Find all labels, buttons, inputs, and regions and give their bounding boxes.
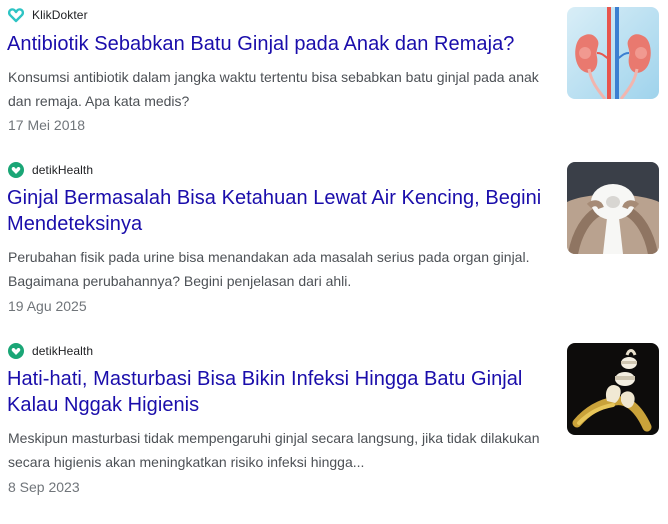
result-title-link[interactable]: Ginjal Bermasalah Bisa Ketahuan Lewat Ai…	[7, 185, 552, 237]
source-name: detikHealth	[32, 163, 94, 177]
result-source[interactable]: KlikDokter	[8, 6, 88, 24]
result-date: 19 Agu 2025	[8, 298, 87, 314]
toilet-paper-photo[interactable]	[567, 162, 659, 254]
result-title-link[interactable]: Hati-hati, Masturbasi Bisa Bikin Infeksi…	[7, 366, 552, 418]
kidney-illustration-image[interactable]	[567, 7, 659, 99]
result-snippet: Meskipun masturbasi tidak mempengaruhi g…	[8, 430, 540, 470]
result-snippet: Perubahan fisik pada urine bisa menandak…	[8, 249, 530, 289]
result-source[interactable]: detikHealth	[8, 161, 93, 179]
peeled-banana-photo[interactable]	[567, 343, 659, 435]
result-source[interactable]: detikHealth	[8, 342, 93, 360]
detikhealth-heart-icon	[8, 162, 24, 178]
detikhealth-heart-icon	[8, 343, 24, 359]
result-date: 8 Sep 2023	[8, 479, 80, 495]
result-date: 17 Mei 2018	[8, 117, 86, 133]
source-name: KlikDokter	[32, 8, 88, 22]
result-snippet: Konsumsi antibiotik dalam jangka waktu t…	[8, 69, 539, 109]
klikdokter-heart-icon	[8, 7, 24, 23]
source-name: detikHealth	[32, 344, 94, 358]
result-title-link[interactable]: Antibiotik Sebabkan Batu Ginjal pada Ana…	[7, 31, 552, 57]
